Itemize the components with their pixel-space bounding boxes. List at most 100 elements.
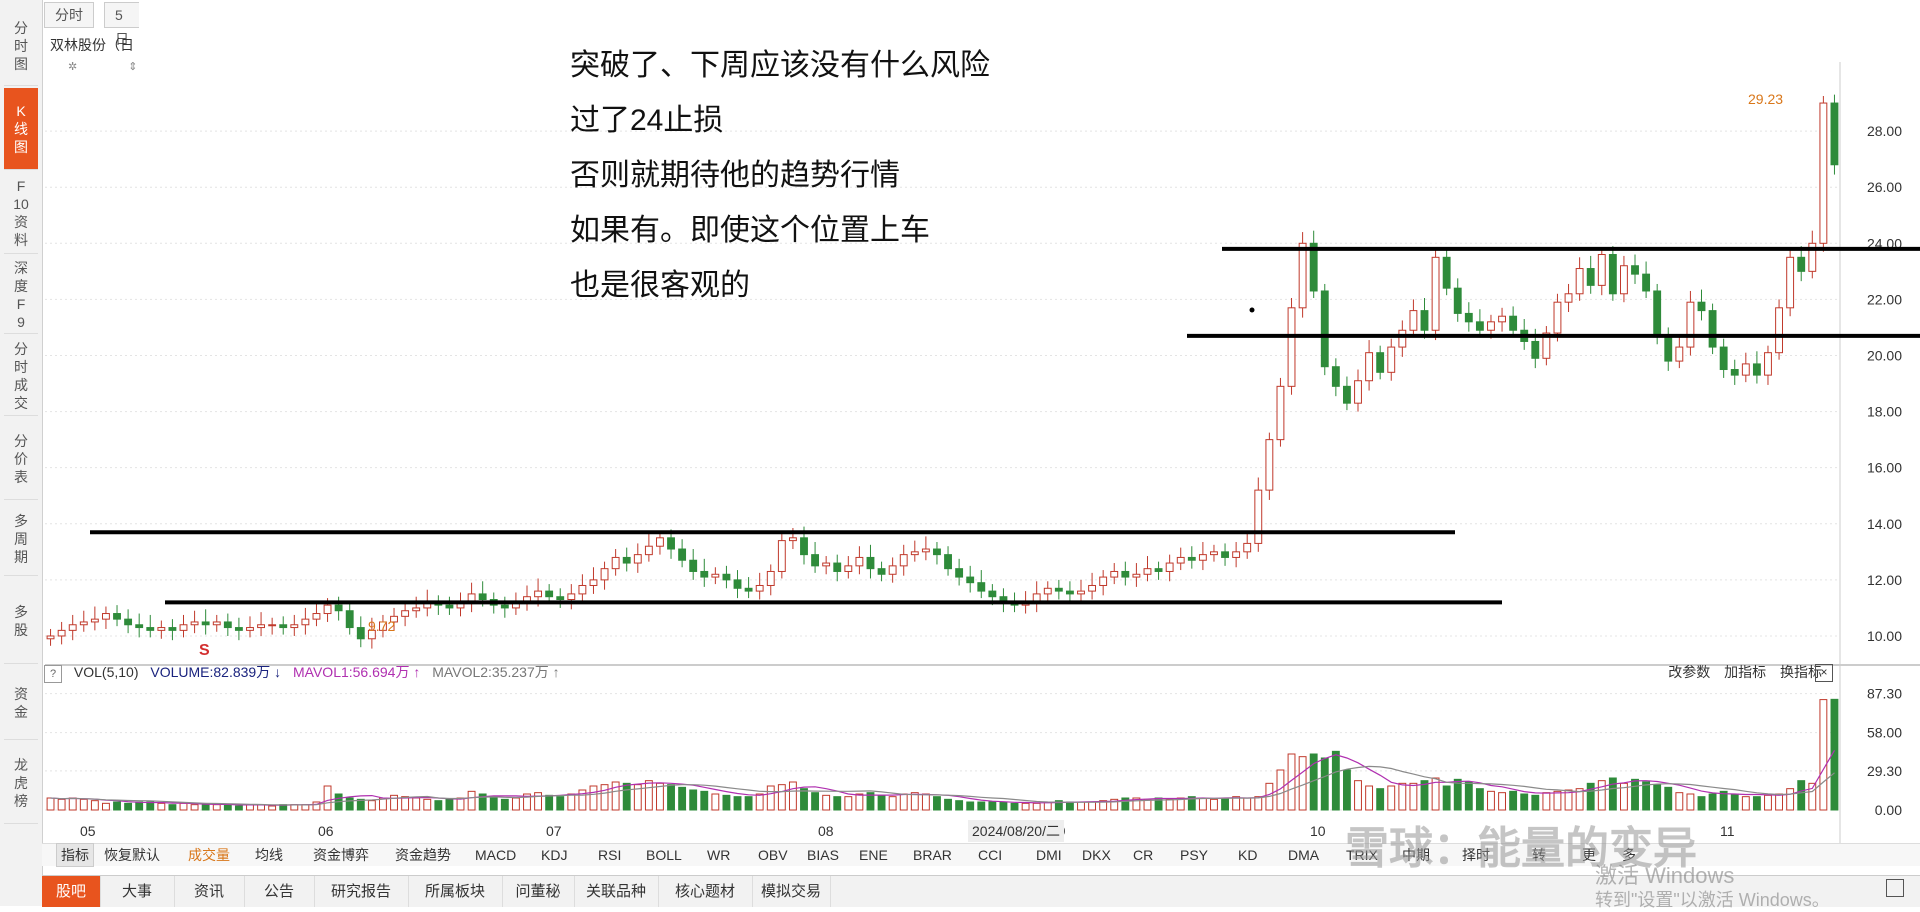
volume-bar xyxy=(1221,797,1229,811)
bottom-tab[interactable]: 问董秘 xyxy=(502,876,575,907)
candle-body xyxy=(1154,568,1163,572)
indicator-tab[interactable]: DKX xyxy=(1082,844,1111,866)
bottom-tab[interactable]: 所属板块 xyxy=(408,876,503,907)
annotation-line-1: 突破了、下周应该没有什么风险 xyxy=(570,49,990,82)
candle-body xyxy=(589,579,598,586)
candle-body xyxy=(1797,256,1806,272)
candle-body xyxy=(877,568,886,575)
volume-bar xyxy=(456,797,465,811)
indicator-tab[interactable]: CR xyxy=(1133,844,1153,866)
indicator-tab[interactable]: WR xyxy=(707,844,730,866)
high-price-label: 29.23 xyxy=(1748,91,1783,107)
candle-body xyxy=(79,621,88,626)
sidebar-item-7[interactable]: 多股 xyxy=(4,578,38,664)
sidebar-item-9[interactable]: 龙虎榜 xyxy=(4,742,38,824)
indicator-tab[interactable]: KDJ xyxy=(541,844,567,866)
edit-params-button[interactable]: 改参数 xyxy=(1668,664,1710,680)
indicator-tab[interactable]: CCI xyxy=(978,844,1002,866)
volume-bar xyxy=(1675,792,1684,811)
candle-body xyxy=(722,573,731,581)
close-icon[interactable]: × xyxy=(1815,664,1833,682)
bottom-tab[interactable]: 模拟交易 xyxy=(752,876,831,907)
candle-body xyxy=(1088,584,1097,592)
candle-body xyxy=(246,627,254,631)
indicator-tab[interactable]: 资金博弈 xyxy=(313,844,369,866)
bottom-tab[interactable]: 股吧 xyxy=(42,876,101,907)
candle-body xyxy=(124,618,133,626)
candle-body xyxy=(445,604,454,609)
bottom-tab[interactable]: 关联品种 xyxy=(574,876,659,907)
volume-bar xyxy=(1475,788,1484,811)
candle-body xyxy=(633,554,642,564)
candle-body xyxy=(700,570,709,578)
expand-icon[interactable] xyxy=(1886,879,1904,897)
volume-bar xyxy=(90,800,99,811)
indicator-tab[interactable]: 恢复默认 xyxy=(104,844,160,866)
candle-body xyxy=(866,556,875,570)
candle-body xyxy=(933,548,941,556)
volume-bar xyxy=(1708,793,1717,811)
candle-body xyxy=(1442,256,1451,289)
sidebar-item-6[interactable]: 多周期 xyxy=(4,502,38,576)
volume-bar xyxy=(146,801,155,811)
indicator-tab[interactable]: KD xyxy=(1238,844,1257,866)
volume-bar xyxy=(1653,784,1662,811)
indicator-tab[interactable]: 资金趋势 xyxy=(395,844,451,866)
bottom-tab[interactable]: 资讯 xyxy=(174,876,245,907)
sidebar-item-3[interactable]: 深度F9 xyxy=(4,256,38,334)
sidebar-item-8[interactable]: 资金 xyxy=(4,666,38,740)
sidebar-item-4[interactable]: 分时成交 xyxy=(4,336,38,416)
indicator-tab[interactable]: DMA xyxy=(1288,844,1319,866)
indicator-tab[interactable]: BIAS xyxy=(807,844,839,866)
indicator-tab[interactable]: PSY xyxy=(1180,844,1208,866)
bottom-tab[interactable]: 核心题材 xyxy=(658,876,753,907)
bottom-tab[interactable]: 研究报告 xyxy=(314,876,409,907)
volume-bar xyxy=(600,784,609,811)
indicator-tab[interactable]: 成交量 xyxy=(188,844,230,866)
volume-bar xyxy=(212,804,221,811)
settings-icon[interactable]: ✲ ⇕ xyxy=(68,60,162,73)
bottom-tab[interactable]: 公告 xyxy=(244,876,315,907)
volume-bar xyxy=(822,794,831,811)
indicator-tab[interactable]: BOLL xyxy=(646,844,682,866)
candle-body xyxy=(1708,310,1717,348)
help-icon[interactable]: ? xyxy=(44,665,62,683)
volume-bar xyxy=(190,804,199,811)
sidebar-item-1[interactable]: K线图 xyxy=(4,88,38,170)
candle-body xyxy=(1498,315,1506,323)
candle-body xyxy=(1575,268,1584,295)
tab-intraday[interactable]: 分时 xyxy=(44,2,94,28)
candle-body xyxy=(478,593,487,601)
period-tabs: 分时 5日 xyxy=(42,0,139,47)
candle-body xyxy=(1276,385,1285,441)
candle-body xyxy=(1254,489,1263,544)
indicator-tab[interactable]: BRAR xyxy=(913,844,952,866)
volume-bar xyxy=(179,802,188,811)
volume-bar xyxy=(135,801,144,811)
indicator-tab[interactable]: DMI xyxy=(1036,844,1062,866)
candle-body xyxy=(1819,102,1828,244)
volume-bar xyxy=(644,780,653,811)
indicator-tab[interactable]: 均线 xyxy=(255,844,283,866)
sidebar-item-0[interactable]: 分时图 xyxy=(4,6,38,86)
candle-body xyxy=(1132,573,1141,578)
indicator-tab[interactable]: MACD xyxy=(475,844,516,866)
bottom-tab[interactable]: 大事 xyxy=(100,876,175,907)
candle-body xyxy=(1232,551,1241,558)
indicator-tab[interactable]: RSI xyxy=(598,844,621,866)
vol-mavol1: MAVOL1:56.694万 xyxy=(293,664,410,680)
indicator-tab[interactable]: OBV xyxy=(758,844,788,866)
indicator-tab[interactable]: ENE xyxy=(859,844,888,866)
volume-bar xyxy=(1198,797,1207,811)
volume-bar xyxy=(46,797,55,811)
sidebar-item-2[interactable]: F10资料 xyxy=(4,172,38,254)
volume-bar xyxy=(68,797,77,811)
add-indicator-button[interactable]: 加指标 xyxy=(1724,664,1766,680)
volume-bar xyxy=(833,796,842,811)
sidebar-item-5[interactable]: 分价表 xyxy=(4,418,38,500)
tab-5day[interactable]: 5日 xyxy=(104,2,139,47)
candle-body xyxy=(944,554,952,570)
candle-body xyxy=(910,551,919,556)
candle-body xyxy=(1553,301,1562,334)
indicator-tab[interactable]: 指标 xyxy=(56,843,94,867)
